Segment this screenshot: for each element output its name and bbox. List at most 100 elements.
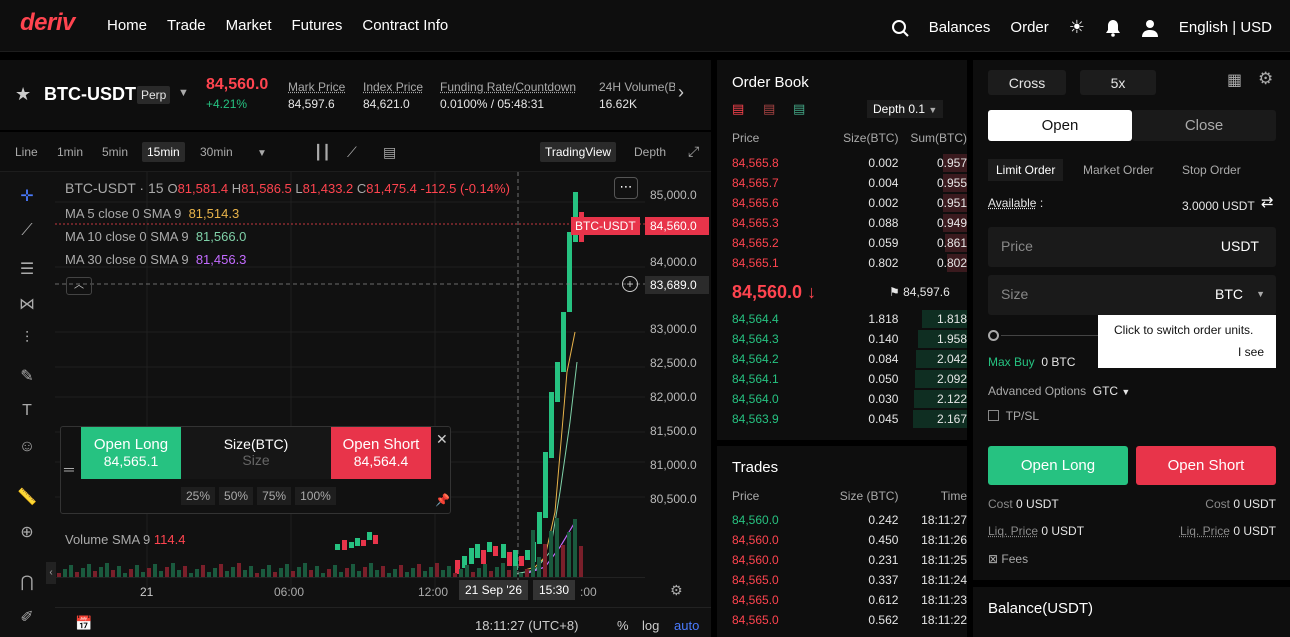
close-tab[interactable]: Close xyxy=(1132,110,1276,141)
lock-draw-icon[interactable]: ✐ xyxy=(8,607,46,627)
trade-row[interactable]: 84,560.0 0.450 18:11:26 xyxy=(732,530,967,550)
pattern-icon[interactable]: ⋈ xyxy=(8,294,46,314)
crosshair-icon[interactable]: ✛ xyxy=(8,186,46,206)
settings-doc-icon[interactable]: ▤ xyxy=(383,144,396,161)
fib-icon[interactable]: ☰ xyxy=(8,259,46,279)
bid-row[interactable]: 84,564.1 0.050 2.092 xyxy=(732,369,967,389)
ask-row[interactable]: 84,565.1 0.802 0.802 xyxy=(732,253,967,273)
ruler-icon[interactable]: 📏 xyxy=(8,487,46,507)
quick-open-long-button[interactable]: Open Long 84,565.1 xyxy=(81,427,181,479)
balances-link[interactable]: Balances xyxy=(929,19,991,36)
ask-row[interactable]: 84,565.7 0.004 0.955 xyxy=(732,173,967,193)
ask-row[interactable]: 84,565.3 0.088 0.949 xyxy=(732,213,967,233)
chart-more-icon[interactable]: ⋯ xyxy=(614,177,638,199)
crosshair-add-icon[interactable]: + xyxy=(622,276,638,292)
log-toggle[interactable]: log xyxy=(642,618,659,633)
depth-select[interactable]: Depth 0.1 ▼ xyxy=(867,100,944,118)
trade-row[interactable]: 84,565.0 0.337 18:11:24 xyxy=(732,570,967,590)
asks-only-icon[interactable]: ▤ xyxy=(763,101,775,117)
bid-row[interactable]: 84,564.2 0.084 2.042 xyxy=(732,349,967,369)
emoji-icon[interactable]: ☺ xyxy=(8,438,46,456)
pct-100-button[interactable]: 100% xyxy=(295,487,336,505)
theme-sun-icon[interactable]: ☀ xyxy=(1069,17,1085,38)
bid-row[interactable]: 84,564.3 0.140 1.958 xyxy=(732,329,967,349)
magnet-icon[interactable]: ⋂ xyxy=(8,572,46,592)
pct-25-button[interactable]: 25% xyxy=(181,487,216,505)
axis-settings-icon[interactable]: ⚙ xyxy=(670,582,683,599)
auto-toggle[interactable]: auto xyxy=(674,618,699,633)
leverage-button[interactable]: 5x xyxy=(1080,70,1156,95)
nav-contract-info[interactable]: Contract Info xyxy=(362,17,448,34)
nav-futures[interactable]: Futures xyxy=(292,17,343,34)
quick-size-input[interactable]: Size(BTC) Size xyxy=(181,427,331,479)
funding-label[interactable]: Funding Rate/Countdown xyxy=(440,80,576,94)
symbol-dropdown-icon[interactable]: ▼ xyxy=(178,87,189,99)
tradingview-tab[interactable]: TradingView xyxy=(540,142,617,162)
open-tab[interactable]: Open xyxy=(988,110,1132,141)
interval-dropdown-icon[interactable]: ▼ xyxy=(257,148,267,159)
long-liq-label[interactable]: Liq. Price xyxy=(988,524,1038,538)
fullscreen-icon[interactable]: ⤢ xyxy=(688,143,699,160)
bid-row[interactable]: 84,564.0 0.030 2.122 xyxy=(732,389,967,409)
size-unit-dropdown-icon[interactable]: ▼ xyxy=(1256,289,1265,299)
interval-5min[interactable]: 5min xyxy=(102,145,128,159)
trade-row[interactable]: 84,565.0 0.562 18:11:22 xyxy=(732,610,967,630)
projection-icon[interactable]: ⫶ xyxy=(8,330,46,348)
text-icon[interactable]: T xyxy=(8,402,46,420)
interval-15min[interactable]: 15min xyxy=(142,142,185,162)
interval-30min[interactable]: 30min xyxy=(200,145,233,159)
size-unit[interactable]: BTC xyxy=(1215,286,1243,302)
user-icon[interactable] xyxy=(1141,19,1159,37)
deriv-logo[interactable]: deriv xyxy=(20,9,75,37)
index-price-label[interactable]: Index Price xyxy=(363,80,423,94)
both-sides-icon[interactable]: ▤ xyxy=(732,101,744,117)
open-long-button[interactable]: Open Long xyxy=(988,446,1128,485)
tooltip-dismiss[interactable]: I see xyxy=(1238,345,1264,359)
order-link[interactable]: Order xyxy=(1010,19,1048,36)
fees-link[interactable]: ⊠ Fees xyxy=(988,552,1028,566)
limit-order-tab[interactable]: Limit Order xyxy=(988,159,1064,181)
trade-row[interactable]: 84,560.0 0.242 18:11:27 xyxy=(732,510,967,530)
symbol-name[interactable]: BTC-USDT xyxy=(44,84,136,105)
pct-50-button[interactable]: 50% xyxy=(219,487,254,505)
interval-line[interactable]: Line xyxy=(15,145,38,159)
slider-thumb[interactable] xyxy=(988,330,999,341)
nav-market[interactable]: Market xyxy=(226,17,272,34)
indicators-icon[interactable]: ⟋ xyxy=(347,144,357,161)
quick-open-short-button[interactable]: Open Short 84,564.4 xyxy=(331,427,431,479)
bids-only-icon[interactable]: ▤ xyxy=(793,101,805,117)
market-order-tab[interactable]: Market Order xyxy=(1083,163,1154,177)
trade-row[interactable]: 84,560.0 0.231 18:11:25 xyxy=(732,550,967,570)
nav-trade[interactable]: Trade xyxy=(167,17,206,34)
ask-row[interactable]: 84,565.8 0.002 0.957 xyxy=(732,153,967,173)
zoom-icon[interactable]: ⊕ xyxy=(8,522,46,542)
advanced-options[interactable]: Advanced Options GTC ▼ xyxy=(988,384,1130,398)
pin-icon[interactable]: 📌 xyxy=(435,493,450,507)
transfer-icon[interactable]: ⇄ xyxy=(1261,193,1274,211)
drag-handle-icon[interactable]: ═ xyxy=(64,461,74,477)
bid-row[interactable]: 84,563.9 0.045 2.167 xyxy=(732,409,967,429)
trendline-icon[interactable]: ⟋ xyxy=(8,222,46,240)
size-slider[interactable] xyxy=(988,330,1108,341)
close-icon[interactable]: ✕ xyxy=(436,431,448,448)
ask-row[interactable]: 84,565.2 0.059 0.861 xyxy=(732,233,967,253)
depth-tab[interactable]: Depth xyxy=(634,145,666,159)
ask-row[interactable]: 84,565.6 0.002 0.951 xyxy=(732,193,967,213)
calculator-icon[interactable]: ▦ xyxy=(1227,70,1242,90)
bid-row[interactable]: 84,564.4 1.818 1.818 xyxy=(732,309,967,329)
chevron-right-icon[interactable]: › xyxy=(678,82,684,103)
brush-icon[interactable]: ✎ xyxy=(8,366,46,386)
price-input[interactable]: Price USDT xyxy=(988,227,1276,267)
tpsl-checkbox[interactable]: TP/SL xyxy=(988,409,1039,423)
candle-type-icon[interactable]: ┃┃ xyxy=(314,144,331,161)
trade-row[interactable]: 84,565.0 0.612 18:11:23 xyxy=(732,590,967,610)
mark-price-label[interactable]: Mark Price xyxy=(288,80,345,94)
stop-order-tab[interactable]: Stop Order xyxy=(1182,163,1241,177)
interval-1min[interactable]: 1min xyxy=(57,145,83,159)
open-short-button[interactable]: Open Short xyxy=(1136,446,1276,485)
margin-mode-button[interactable]: Cross xyxy=(988,70,1066,95)
size-input[interactable]: Size BTC ▼ xyxy=(988,275,1276,315)
search-icon[interactable] xyxy=(891,19,909,37)
bell-icon[interactable] xyxy=(1105,19,1121,37)
date-range-icon[interactable]: 📅 xyxy=(75,615,92,632)
